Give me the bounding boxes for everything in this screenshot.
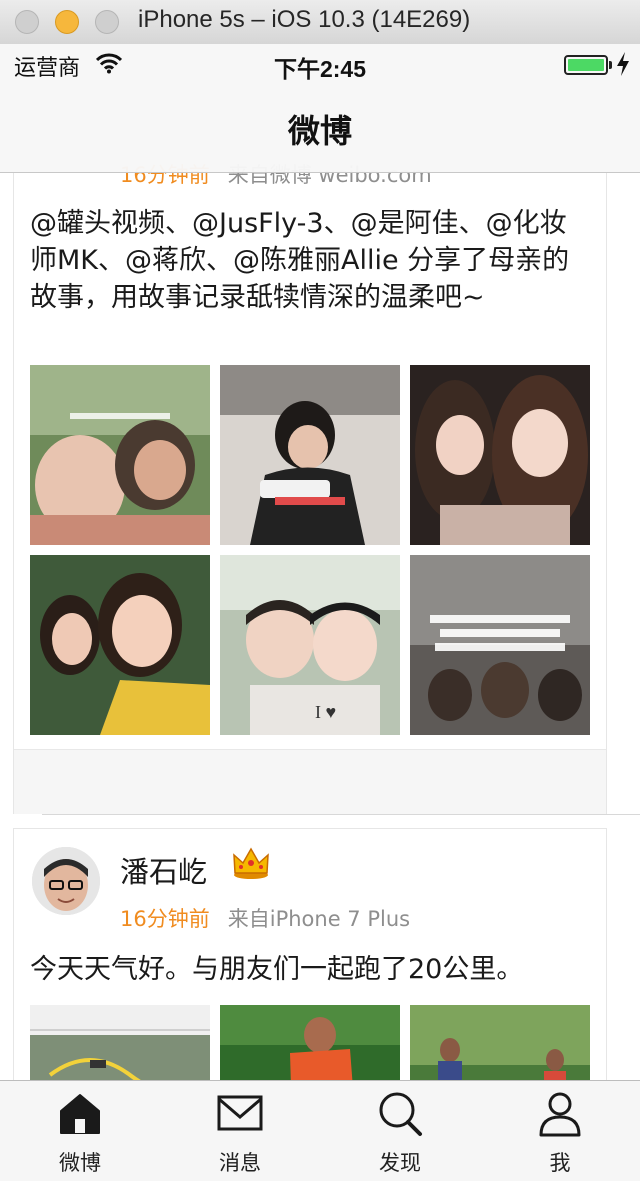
status-time: 下午2:45 xyxy=(273,56,367,82)
tab-weibo[interactable]: 微博 xyxy=(0,1081,160,1181)
tab-discover[interactable]: 发现 xyxy=(320,1081,480,1181)
post-text: @罐头视频、@JusFly-3、@是阿佳、@化妆师MK、@蒋欣、@陈雅丽Alli… xyxy=(30,208,570,313)
status-bar: 运营商 下午2:45 xyxy=(0,44,640,84)
author-avatar[interactable] xyxy=(32,847,100,915)
post-card[interactable]: 16分钟前 来自微博 weibo.com @罐头视频、@JusFly-3、@是阿佳… xyxy=(13,140,607,814)
post-card[interactable]: 潘石屹 16分钟前 来自iPhone 7 Plus 今天天气好。与朋友们一起跑了2… xyxy=(13,828,607,1080)
tab-bar: 微博 消息 发现 我 xyxy=(0,1080,640,1181)
svg-text:I ♥: I ♥ xyxy=(315,702,336,722)
window-title: iPhone 5s – iOS 10.3 (14E269) xyxy=(138,6,471,33)
tab-label: 发现 xyxy=(379,1151,421,1175)
post-image[interactable] xyxy=(410,365,590,545)
post-image[interactable] xyxy=(220,1005,400,1080)
battery-level xyxy=(568,59,604,71)
window-close-button[interactable] xyxy=(15,10,39,34)
post-meta: 16分钟前 来自iPhone 7 Plus xyxy=(120,903,410,933)
post-image[interactable] xyxy=(220,365,400,545)
navigation-bar: 微博 xyxy=(0,84,640,173)
author-name[interactable]: 潘石屹 xyxy=(120,849,207,891)
post-source: 来自iPhone 7 Plus xyxy=(227,907,411,931)
tab-me[interactable]: 我 xyxy=(480,1081,640,1181)
charging-icon xyxy=(617,52,629,76)
post-image-grid: I ♥ xyxy=(30,365,590,737)
post-image[interactable] xyxy=(410,555,590,735)
timeline-feed[interactable]: 16分钟前 来自微博 weibo.com @罐头视频、@JusFly-3、@是阿佳… xyxy=(0,84,640,1080)
feed-separator xyxy=(42,814,640,815)
tab-label: 微博 xyxy=(59,1151,101,1175)
simulator-title-bar: iPhone 5s – iOS 10.3 (14E269) xyxy=(0,0,640,45)
person-icon xyxy=(539,1092,581,1137)
battery-cap xyxy=(609,61,612,69)
tab-messages[interactable]: 消息 xyxy=(160,1081,320,1181)
post-image[interactable] xyxy=(30,555,210,735)
envelope-icon xyxy=(217,1095,263,1131)
crown-icon xyxy=(233,847,269,879)
post-text: 今天天气好。与朋友们一起跑了20公里。 xyxy=(30,954,524,985)
post-image[interactable]: I ♥ xyxy=(220,555,400,735)
post-image[interactable] xyxy=(30,1005,210,1080)
tab-label: 消息 xyxy=(219,1151,261,1175)
window-zoom-button[interactable] xyxy=(95,10,119,34)
post-time: 16分钟前 xyxy=(120,907,210,931)
post-image[interactable] xyxy=(30,365,210,545)
home-icon xyxy=(60,1094,100,1134)
post-image[interactable] xyxy=(410,1005,590,1080)
tab-label: 我 xyxy=(549,1151,571,1175)
post-action-bar xyxy=(14,749,606,814)
post-image-grid xyxy=(30,1005,590,1080)
battery-icon xyxy=(564,55,608,75)
window-minimize-button[interactable] xyxy=(55,10,79,34)
nav-title: 微博 xyxy=(287,112,352,150)
search-icon xyxy=(379,1092,422,1136)
